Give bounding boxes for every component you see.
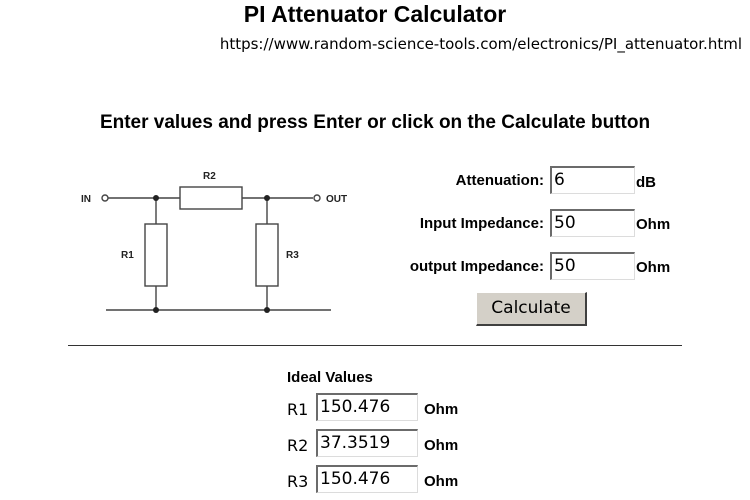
- r3-unit: Ohm: [424, 473, 459, 490]
- r1-unit: Ohm: [424, 401, 459, 418]
- resistor-r1: [144, 223, 168, 287]
- input-impedance-label: Input Impedance:: [419, 215, 544, 232]
- instruction-text: Enter values and press Enter or click on…: [0, 111, 750, 135]
- instruction-part3: button: [585, 112, 651, 133]
- input-impedance-input[interactable]: 50: [550, 209, 635, 237]
- schematic-r3-label: R3: [286, 250, 299, 261]
- schematic-r1-label: R1: [121, 250, 134, 261]
- schematic-r2-label: R2: [203, 171, 216, 182]
- junction-dot: [264, 307, 270, 313]
- calculate-button[interactable]: Calculate: [476, 292, 587, 326]
- r3-output[interactable]: 150.476: [316, 465, 418, 493]
- schematic-in-label: IN: [81, 194, 91, 205]
- schematic-out-label: OUT: [326, 194, 347, 205]
- attenuation-unit: dB: [636, 174, 656, 191]
- junction-dot: [153, 307, 159, 313]
- in-terminal: [101, 194, 109, 202]
- input-impedance-unit: Ohm: [636, 216, 671, 233]
- r1-output[interactable]: 150.476: [316, 393, 418, 421]
- output-impedance-unit: Ohm: [636, 259, 671, 276]
- pi-attenuator-schematic: IN OUT R2 R1 R3: [81, 171, 347, 313]
- instruction-part2: or click on the: [361, 112, 502, 133]
- section-divider: [68, 345, 682, 346]
- r2-output[interactable]: 37.3519: [316, 429, 418, 457]
- page-url[interactable]: https://www.random-science-tools.com/ele…: [220, 34, 742, 54]
- attenuation-label: Attenuation:: [455, 172, 544, 189]
- instruction-enter-key: Enter: [313, 112, 362, 133]
- output-impedance-input[interactable]: 50: [550, 252, 635, 280]
- r2-label: R2: [287, 436, 309, 455]
- junction-dot: [153, 195, 159, 201]
- r1-label: R1: [287, 400, 309, 419]
- instruction-part1: Enter values and press: [99, 112, 314, 133]
- attenuation-input[interactable]: 6: [550, 166, 635, 194]
- ideal-values-title: Ideal Values: [287, 369, 373, 386]
- instruction-calculate-key: Calculate: [501, 112, 586, 133]
- resistor-r2: [179, 186, 243, 210]
- r2-unit: Ohm: [424, 437, 459, 454]
- out-terminal: [313, 194, 321, 202]
- resistor-r3: [255, 223, 279, 287]
- r3-label: R3: [287, 472, 309, 491]
- output-impedance-label: output Impedance:: [409, 258, 544, 275]
- junction-dot: [264, 195, 270, 201]
- page-title: PI Attenuator Calculator: [243, 1, 507, 27]
